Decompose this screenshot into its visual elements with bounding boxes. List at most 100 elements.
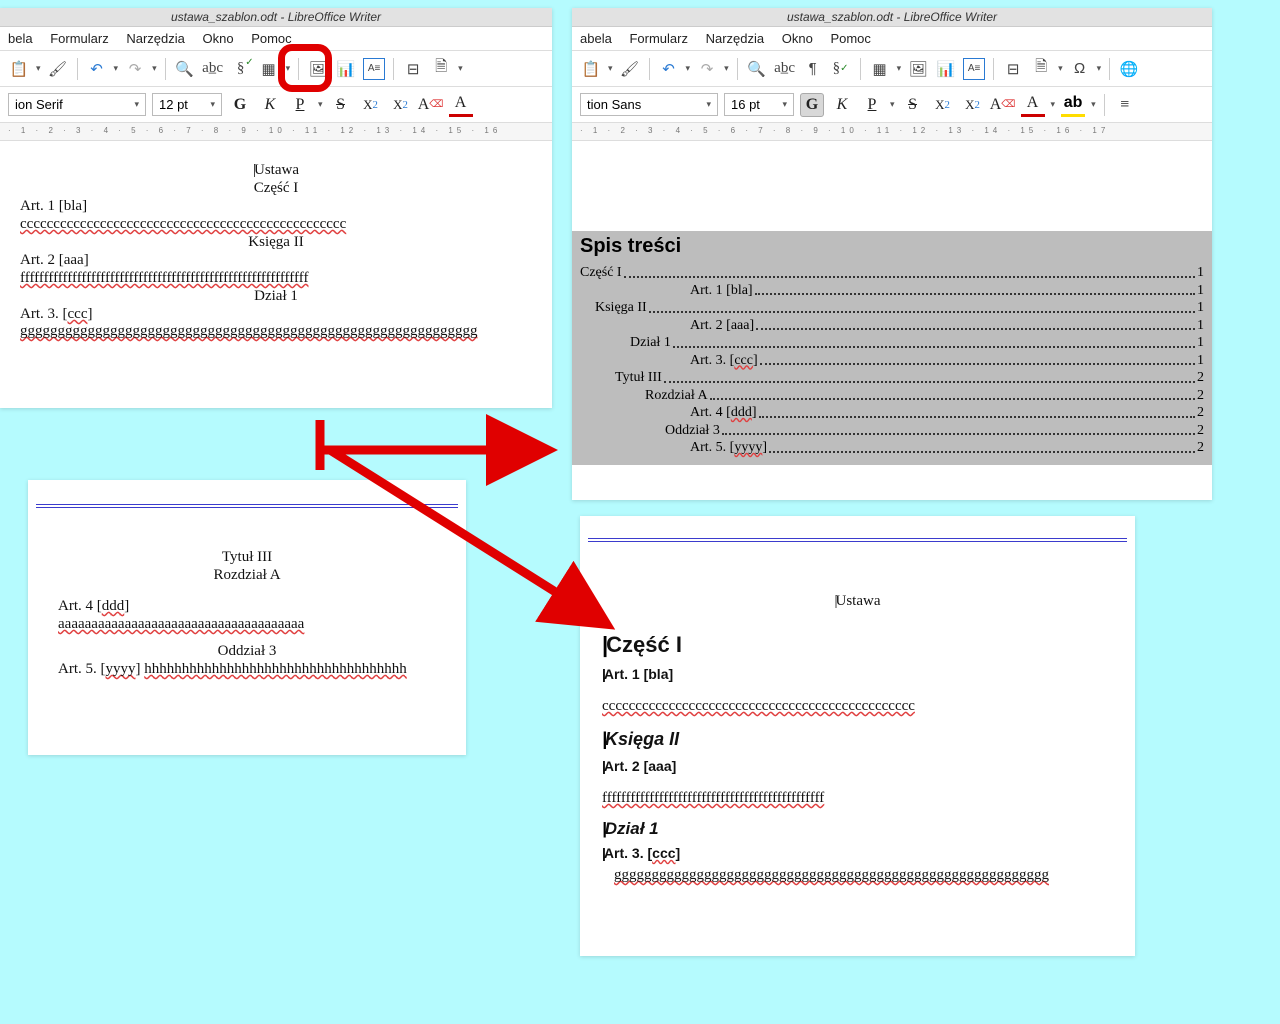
ruler-r: · 1 · 2 · 3 · 4 · 5 · 6 · 7 · 8 · 9 · 10…: [572, 123, 1212, 141]
toc-row: Dział 11: [580, 334, 1204, 352]
menu-item-okno-r[interactable]: Okno: [782, 31, 813, 46]
font-color-button[interactable]: A: [1021, 93, 1045, 117]
align-button[interactable]: ≡: [1113, 93, 1137, 117]
textbox-icon[interactable]: A≡: [363, 58, 385, 80]
paste-icon[interactable]: 📋: [8, 58, 30, 80]
paste-icon[interactable]: 📋: [580, 58, 602, 80]
window-title-r: ustawa_szablon.odt - LibreOffice Writer: [572, 8, 1212, 27]
clear-format-button[interactable]: A⌫: [419, 93, 443, 117]
document-formatted[interactable]: Ustawa Część I Art. 1 [bla] cccccccccccc…: [580, 542, 1135, 895]
toc-row: Rozdział A2: [580, 387, 1204, 405]
menu-bar: bela Formularz Narzędzia Okno Pomoc: [0, 27, 552, 51]
toc-title: Spis treści: [572, 231, 1212, 262]
chart-icon[interactable]: 📊: [335, 58, 357, 80]
doc-art5: Art. 5. [yyyy] hhhhhhhhhhhhhhhhhhhhhhhhh…: [58, 661, 436, 678]
font-size-select[interactable]: 12 pt▾: [152, 93, 222, 116]
doc-line-f: ffffffffffffffffffffffffffffffffffffffff…: [20, 270, 308, 286]
menu-item-formularz-r[interactable]: Formularz: [629, 31, 688, 46]
spellcheck-icon[interactable]: ab̲c: [774, 58, 796, 80]
textbox-icon[interactable]: A≡: [963, 58, 985, 80]
clone-format-icon[interactable]: 🖌: [619, 58, 641, 80]
menu-item-narzedzia-r[interactable]: Narzędzia: [706, 31, 765, 46]
clone-format-icon[interactable]: 🖌: [47, 58, 69, 80]
superscript-button[interactable]: X2: [359, 93, 383, 117]
redo-icon[interactable]: ↷: [696, 58, 718, 80]
omega-icon[interactable]: Ω: [1069, 58, 1091, 80]
page-icon[interactable]: 🗎: [430, 58, 452, 80]
docf-c1: cccccccccccccccccccccccccccccccccccccccc…: [602, 698, 915, 714]
font-name-select[interactable]: tion Sans▾: [580, 93, 718, 116]
doc-art4: Art. 4 [ddd]: [58, 598, 436, 615]
table-icon[interactable]: ▦: [869, 58, 891, 80]
toc-body: Część I1Art. 1 [bla]1Księga II1Art. 2 [a…: [572, 262, 1212, 465]
document-area[interactable]: Ustawa Część I Art. 1 [bla] cccccccccccc…: [0, 141, 552, 361]
find-icon[interactable]: 🔍: [746, 58, 768, 80]
table-icon[interactable]: ▦: [258, 58, 280, 80]
menu-item-pomoc[interactable]: Pomoc: [251, 31, 291, 46]
menu-item-tabela[interactable]: bela: [8, 31, 33, 46]
page-icon[interactable]: 🗎: [1030, 58, 1052, 80]
toc-row: Tytuł III2: [580, 369, 1204, 387]
bold-button[interactable]: G: [800, 93, 824, 117]
menu-item-tabela-r[interactable]: abela: [580, 31, 612, 46]
window-title: ustawa_szablon.odt - LibreOffice Writer: [0, 8, 552, 27]
format-bar: ion Serif▾ 12 pt▾ G K P▾ S X2 X2 A⌫ A: [0, 87, 552, 123]
toc-row: Oddział 32: [580, 422, 1204, 440]
doc-oddzial: Oddział 3: [58, 643, 436, 660]
find-icon[interactable]: 🔍: [174, 58, 196, 80]
pagebreak-icon[interactable]: ⊟: [402, 58, 424, 80]
spellcheck-icon[interactable]: ab̲c: [202, 58, 224, 80]
panel-top-right: ustawa_szablon.odt - LibreOffice Writer …: [572, 8, 1212, 500]
bold-button[interactable]: G: [228, 93, 252, 117]
italic-button[interactable]: K: [258, 93, 282, 117]
menu-item-formularz[interactable]: Formularz: [50, 31, 109, 46]
toc-row: Księga II1: [580, 299, 1204, 317]
pagebreak-icon[interactable]: ⊟: [1002, 58, 1024, 80]
doc-art2: Art. 2 [aaa]: [20, 252, 532, 269]
underline-button[interactable]: P: [860, 93, 884, 117]
font-size-select[interactable]: 16 pt▾: [724, 93, 794, 116]
strike-button[interactable]: S: [901, 93, 925, 117]
section-icon[interactable]: §✓: [230, 58, 252, 80]
subscript-button[interactable]: X2: [389, 93, 413, 117]
menu-item-pomoc-r[interactable]: Pomoc: [830, 31, 870, 46]
main-toolbar: 📋▾ 🖌 ↶▾ ↷▾ 🔍 ab̲c §✓ ▦▾ 🖼 📊 A≡ ⊟ 🗎▾: [0, 51, 552, 87]
clear-format-button[interactable]: A⌫: [991, 93, 1015, 117]
chart-icon[interactable]: 📊: [935, 58, 957, 80]
globe-icon[interactable]: 🌐: [1118, 58, 1140, 80]
superscript-button[interactable]: X2: [931, 93, 955, 117]
font-color-button[interactable]: A: [449, 93, 473, 117]
panel-top-left: ustawa_szablon.odt - LibreOffice Writer …: [0, 8, 552, 408]
strike-button[interactable]: S: [329, 93, 353, 117]
image-icon[interactable]: 🖼: [307, 58, 329, 80]
docf-art1: Art. 1 [bla]: [602, 666, 1113, 682]
document-area-p2[interactable]: Tytuł III Rozdział A Art. 4 [ddd] aaaaaa…: [28, 508, 466, 689]
undo-icon[interactable]: ↶: [86, 58, 108, 80]
section-icon[interactable]: §✓: [830, 58, 852, 80]
doc-art3: Art. 3. [ccc] gggggggggggggggggggggggggg…: [20, 306, 532, 340]
doc-line-c: cccccccccccccccccccccccccccccccccccccccc…: [20, 216, 346, 232]
pilcrow-icon[interactable]: ¶: [802, 58, 824, 80]
font-name-select[interactable]: ion Serif▾: [8, 93, 146, 116]
highlight-button[interactable]: ab: [1061, 93, 1085, 117]
toc-row: Część I1: [580, 264, 1204, 282]
menu-item-narzedzia[interactable]: Narzędzia: [126, 31, 185, 46]
toc-row: Art. 1 [bla]1: [580, 282, 1204, 300]
doc-part: Część I: [20, 180, 532, 197]
doc-tytul: Tytuł III: [58, 549, 436, 566]
docf-art3: Art. 3. [ccc]: [602, 845, 1113, 861]
underline-button[interactable]: P: [288, 93, 312, 117]
subscript-button[interactable]: X2: [961, 93, 985, 117]
italic-button[interactable]: K: [830, 93, 854, 117]
doc-art1: Art. 1 [bla]: [20, 198, 532, 215]
toc-row: Art. 2 [aaa]1: [580, 317, 1204, 335]
panel-bottom-right: Ustawa Część I Art. 1 [bla] cccccccccccc…: [580, 516, 1135, 956]
undo-icon[interactable]: ↶: [658, 58, 680, 80]
doc-dzial: Dział 1: [20, 288, 532, 305]
toc-row: Art. 5. [yyyy]2: [580, 439, 1204, 457]
menu-item-okno[interactable]: Okno: [203, 31, 234, 46]
image-icon[interactable]: 🖼: [907, 58, 929, 80]
menu-bar-r: abela Formularz Narzędzia Okno Pomoc: [572, 27, 1212, 51]
redo-icon[interactable]: ↷: [124, 58, 146, 80]
docf-c3: gggggggggggggggggggggggggggggggggggggggg…: [614, 867, 1049, 883]
